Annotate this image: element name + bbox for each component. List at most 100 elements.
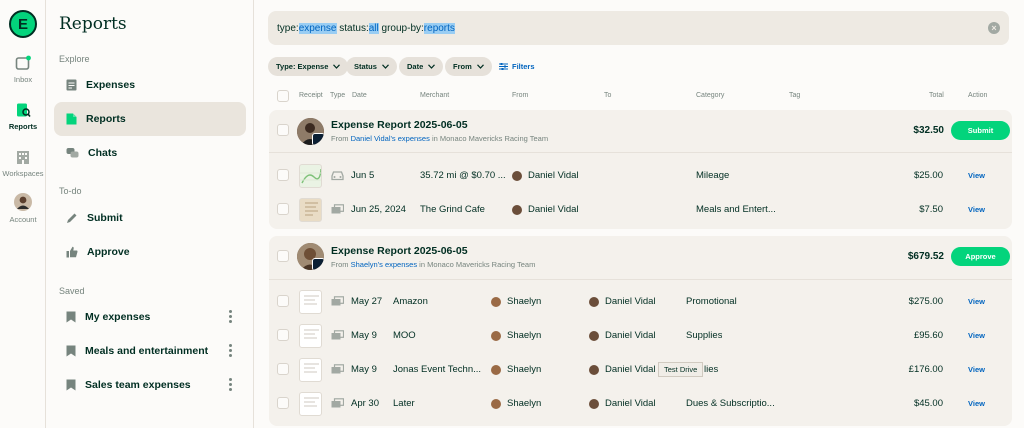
filters-button[interactable]: Filters <box>499 62 535 71</box>
saved-search-sales-team[interactable]: Sales team expenses <box>54 368 246 402</box>
row-total: $275.00 <box>908 296 943 307</box>
row-checkbox[interactable] <box>277 397 289 409</box>
page-title: Reports <box>59 14 127 34</box>
view-button[interactable]: View <box>968 365 985 374</box>
rail-account[interactable]: Account <box>0 193 46 224</box>
report-from-prefix: From <box>331 134 351 143</box>
sidebar-item-label: Expenses <box>86 79 136 91</box>
section-todo: To-do <box>59 186 82 196</box>
rail-reports-label: Reports <box>8 122 38 131</box>
receipt-thumbnail-map[interactable] <box>299 164 322 188</box>
view-button[interactable]: View <box>968 205 985 214</box>
table-row[interactable]: May 27 Amazon Shaelyn Daniel Vidal Promo… <box>269 285 1012 319</box>
document-icon <box>66 113 77 125</box>
report-total: $32.50 <box>913 125 944 136</box>
tooltip: Test Drive <box>658 362 704 377</box>
avatar <box>491 364 501 375</box>
filter-chip-date[interactable]: Date <box>399 57 444 76</box>
sidebar-item-label: Chats <box>88 147 118 159</box>
rail-inbox[interactable]: Inbox <box>0 55 46 84</box>
report-checkbox[interactable] <box>277 124 289 136</box>
header-category[interactable]: Category <box>696 92 724 99</box>
row-date: Apr 30 <box>351 398 379 409</box>
row-date: May 9 <box>351 330 377 341</box>
table-row[interactable]: May 9 Jonas Event Techn... Shaelyn Danie… <box>269 353 1012 387</box>
avatar <box>589 330 599 341</box>
report-checkbox[interactable] <box>277 250 289 262</box>
sidebar: Reports Explore Expenses Reports Chats T… <box>46 0 254 428</box>
select-all-checkbox[interactable] <box>277 90 289 102</box>
report-subtitle: From Daniel Vidal's expenses in Monaco M… <box>331 134 548 143</box>
row-from-name: Shaelyn <box>507 330 542 341</box>
saved-search-meals[interactable]: Meals and entertainment <box>54 334 246 368</box>
table-row[interactable]: Apr 30 Later Shaelyn Daniel Vidal Dues &… <box>269 387 1012 421</box>
table-row[interactable]: Jun 25, 2024 The Grind Cafe Daniel Vidal… <box>269 193 1012 227</box>
filter-chip-type[interactable]: Type: Expense <box>268 57 349 76</box>
report-owner-link[interactable]: Shaelyn's expenses <box>351 260 417 269</box>
sidebar-item-approve[interactable]: Approve <box>54 235 246 269</box>
report-subtitle: From Shaelyn's expenses in Monaco Maveri… <box>331 260 535 269</box>
row-checkbox[interactable] <box>277 295 289 307</box>
filter-chip-status[interactable]: Status <box>346 57 397 76</box>
row-from-name: Daniel Vidal <box>528 204 579 215</box>
row-to-name: Daniel Vidal <box>605 330 656 341</box>
avatar <box>512 204 522 215</box>
cash-icon <box>331 296 344 306</box>
clear-search-icon[interactable]: × <box>988 22 1000 34</box>
search-input[interactable]: type: expense status: all group-by: reports… <box>268 11 1009 45</box>
more-options-icon[interactable] <box>229 344 232 358</box>
view-button[interactable]: View <box>968 331 985 340</box>
avatar <box>297 118 324 145</box>
table-row[interactable]: Jun 5 35.72 mi @ $0.70 ... Daniel Vidal … <box>269 159 1012 193</box>
receipt-thumbnail[interactable] <box>299 392 322 416</box>
more-options-icon[interactable] <box>229 378 232 392</box>
search-value-type: expense <box>298 22 337 34</box>
report-total: $679.52 <box>907 251 944 262</box>
row-total: $7.50 <box>919 204 943 215</box>
receipt-thumbnail[interactable] <box>299 324 322 348</box>
view-button[interactable]: View <box>968 297 985 306</box>
filter-chip-from[interactable]: From <box>445 57 492 76</box>
cash-icon <box>331 330 344 340</box>
avatar <box>14 193 32 211</box>
row-checkbox[interactable] <box>277 363 289 375</box>
sidebar-item-expenses[interactable]: Expenses <box>54 68 246 102</box>
row-checkbox[interactable] <box>277 169 289 181</box>
report-from-prefix: From <box>331 260 351 269</box>
row-checkbox[interactable] <box>277 329 289 341</box>
header-total[interactable]: Total <box>929 92 944 99</box>
saved-search-my-expenses[interactable]: My expenses <box>54 300 246 334</box>
row-from-name: Shaelyn <box>507 296 542 307</box>
header-to[interactable]: To <box>604 92 611 99</box>
receipt-thumbnail[interactable] <box>299 198 322 222</box>
view-button[interactable]: View <box>968 171 985 180</box>
sidebar-item-reports[interactable]: Reports <box>54 102 246 136</box>
header-merchant[interactable]: Merchant <box>420 92 449 99</box>
rail-workspaces[interactable]: Workspaces <box>0 149 46 178</box>
rail-account-label: Account <box>9 215 37 224</box>
header-receipt[interactable]: Receipt <box>299 92 323 99</box>
header-from[interactable]: From <box>512 92 528 99</box>
sidebar-item-chats[interactable]: Chats <box>54 136 246 170</box>
table-row[interactable]: May 9 MOO Shaelyn Daniel Vidal Supplies … <box>269 319 1012 353</box>
receipt-thumbnail[interactable] <box>299 290 322 314</box>
report-title: Expense Report 2025-06-05 <box>331 245 468 257</box>
rail-reports[interactable]: Reports <box>0 102 46 131</box>
row-checkbox[interactable] <box>277 203 289 215</box>
header-type[interactable]: Type <box>330 92 345 99</box>
submit-button[interactable]: Submit <box>951 121 1010 140</box>
report-group[interactable]: Expense Report 2025-06-05 From Daniel Vi… <box>269 110 1012 229</box>
more-options-icon[interactable] <box>229 310 232 324</box>
search-key-status: status: <box>336 22 369 34</box>
view-button[interactable]: View <box>968 399 985 408</box>
report-group[interactable]: Expense Report 2025-06-05 From Shaelyn's… <box>269 236 1012 426</box>
report-title: Expense Report 2025-06-05 <box>331 119 468 131</box>
expensify-logo[interactable]: E <box>9 10 37 38</box>
receipt-thumbnail[interactable] <box>299 358 322 382</box>
cash-icon <box>331 398 344 408</box>
header-tag[interactable]: Tag <box>789 92 800 99</box>
sidebar-item-submit[interactable]: Submit <box>54 201 246 235</box>
header-date[interactable]: Date <box>352 92 367 99</box>
report-owner-link[interactable]: Daniel Vidal's expenses <box>351 134 430 143</box>
approve-button[interactable]: Approve <box>951 247 1010 266</box>
